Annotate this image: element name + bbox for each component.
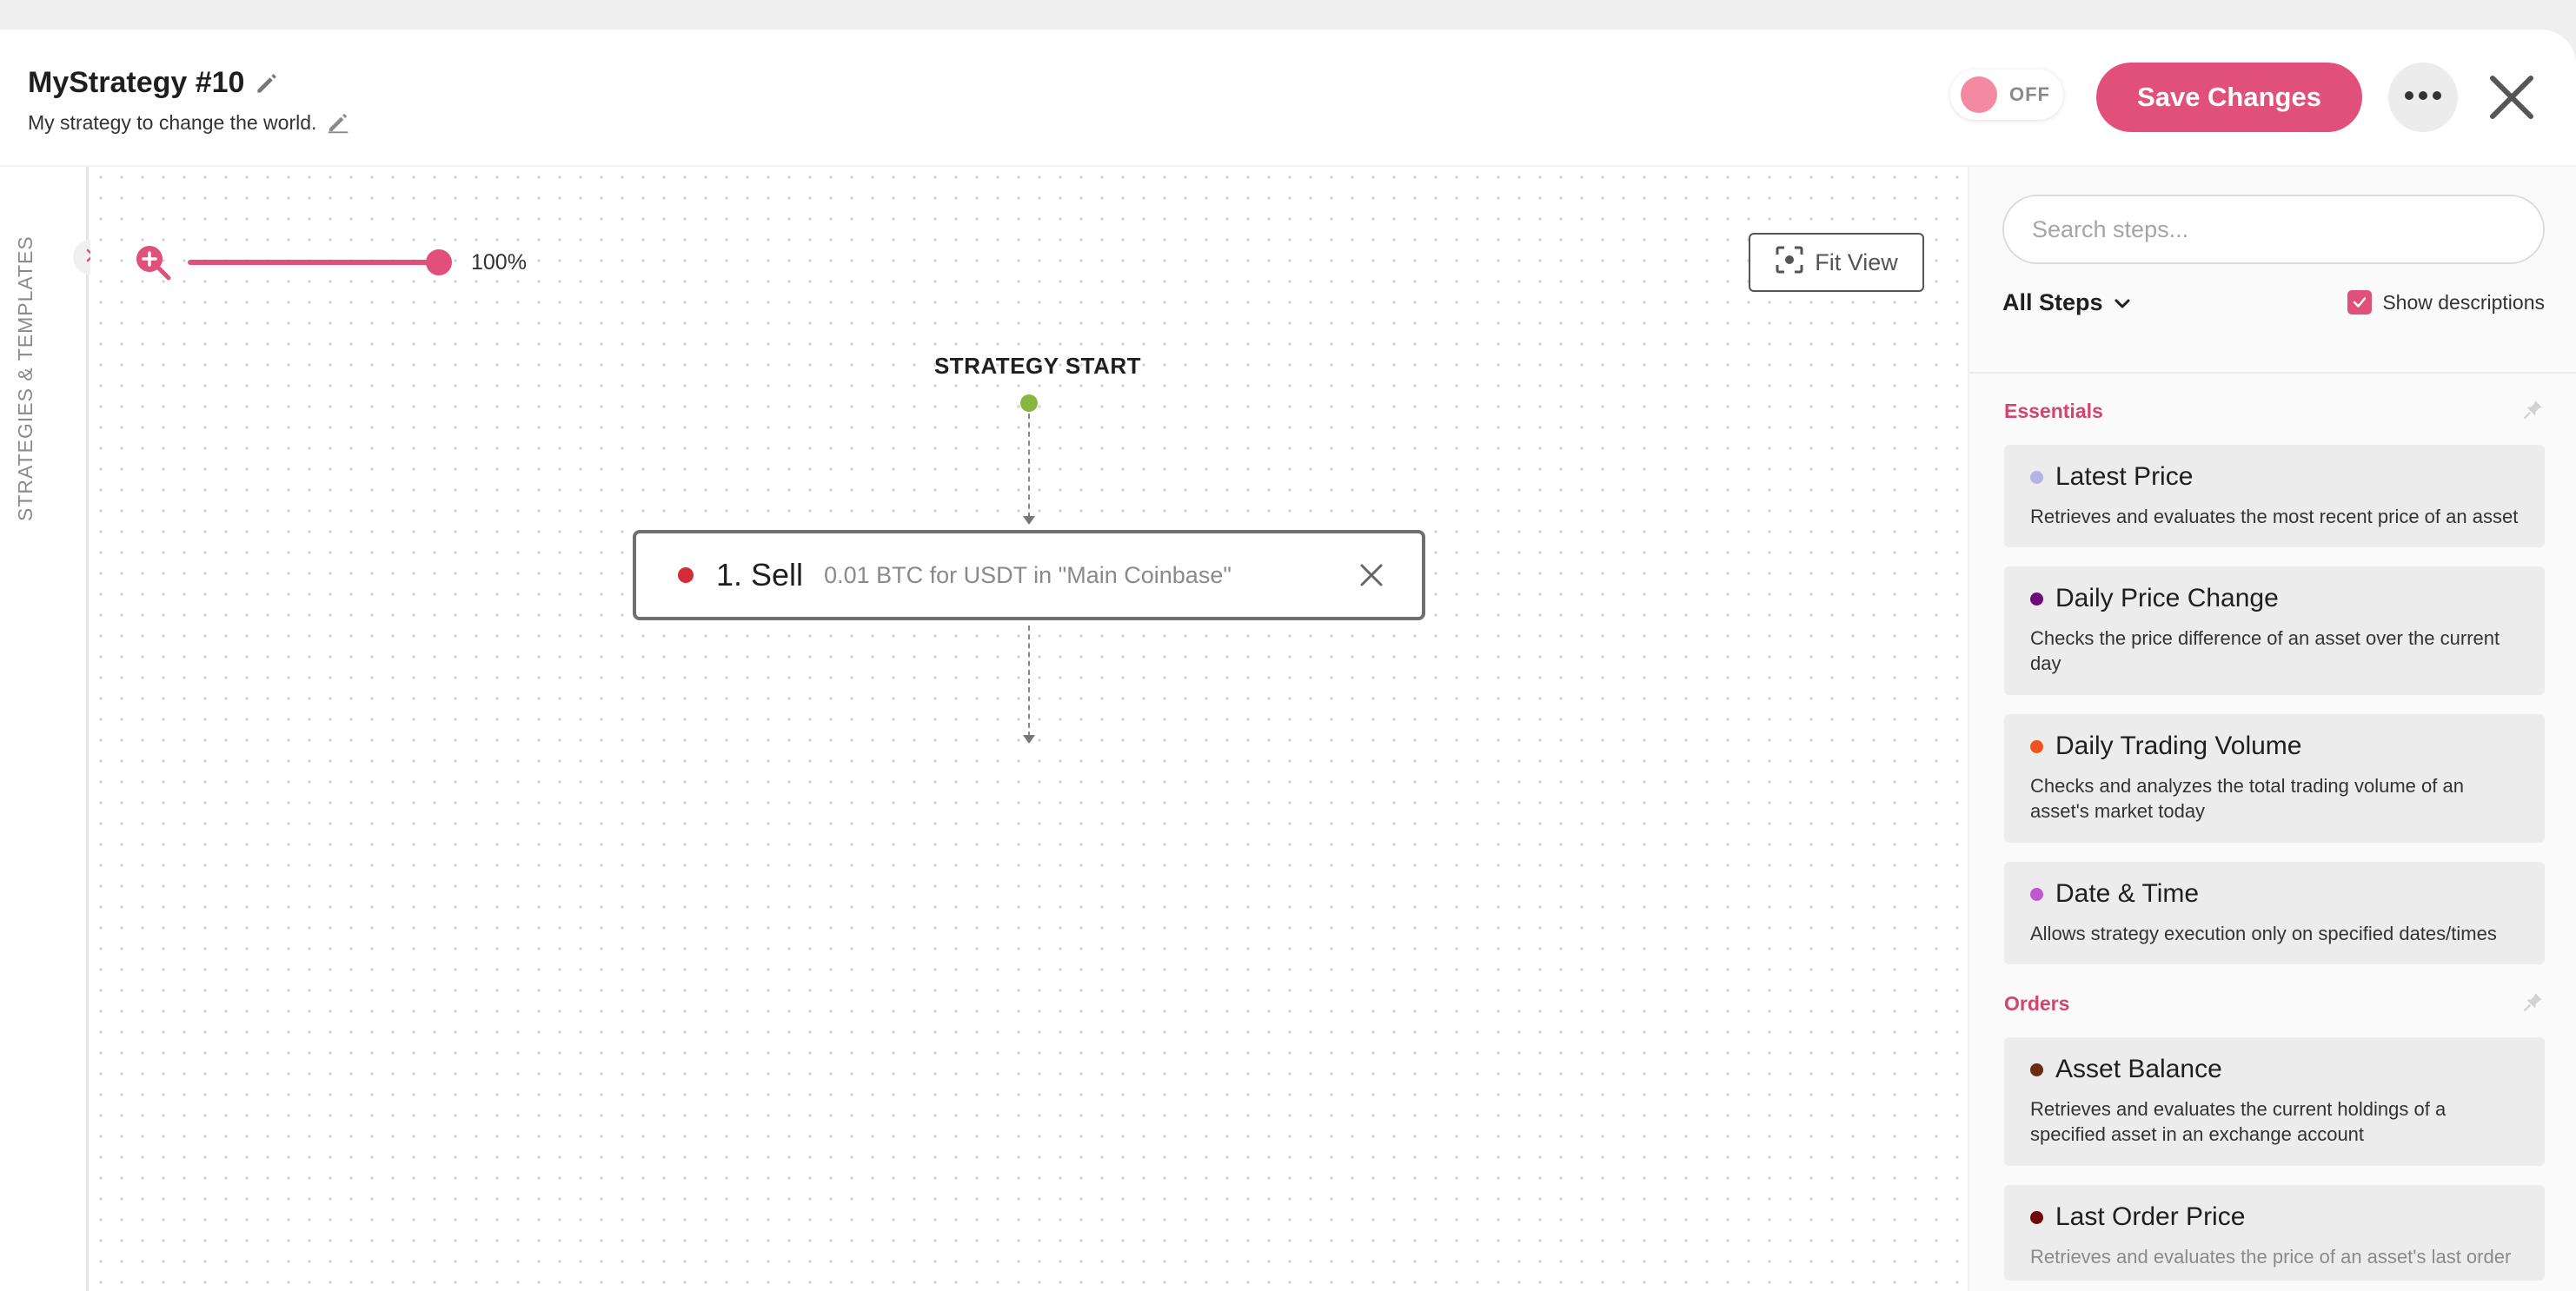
- start-connector-line: [1028, 414, 1030, 518]
- step-item-description: Checks and analyzes the total trading vo…: [2030, 775, 2464, 822]
- step-item-description: Checks the price difference of an asset …: [2030, 627, 2500, 674]
- step-color-dot: [2030, 592, 2043, 606]
- step-item-name: Date & Time: [2055, 879, 2200, 908]
- step-filter-label: All Steps: [2002, 288, 2103, 315]
- show-descriptions-checkbox[interactable]: [2347, 290, 2373, 314]
- section-orders: Orders: [2004, 989, 2545, 1018]
- step-color-dot: [2030, 887, 2043, 901]
- show-descriptions-label: Show descriptions: [2382, 290, 2545, 314]
- edit-description-pencil-icon[interactable]: [325, 109, 351, 136]
- strategies-templates-label[interactable]: STRATEGIES & TEMPLATES: [14, 235, 42, 521]
- zoom-level: 100%: [471, 249, 527, 275]
- step-item-name: Last Order Price: [2055, 1202, 2246, 1231]
- step-item-latest-price[interactable]: Latest Price Retrieves and evaluates the…: [2004, 445, 2545, 547]
- step-card-sell[interactable]: 1. Sell 0.01 BTC for USDT in "Main Coinb…: [633, 530, 1425, 620]
- start-connector-arrow: [1023, 516, 1035, 525]
- step-color-dot: [2030, 739, 2043, 753]
- zoom-control: 100%: [134, 243, 527, 281]
- step-status-dot: [678, 567, 694, 583]
- fit-view-button[interactable]: Fit View: [1749, 233, 1924, 292]
- zoom-slider[interactable]: [188, 249, 452, 275]
- strategy-title: MyStrategy #10: [28, 66, 245, 99]
- step-item-description: Retrieves and evaluates the current hold…: [2030, 1098, 2447, 1145]
- step-item-name: Daily Price Change: [2055, 584, 2279, 612]
- more-options-button[interactable]: [2388, 63, 2458, 132]
- step-item-name: Daily Trading Volume: [2055, 732, 2302, 760]
- editor-header: MyStrategy #10 My strategy to change the…: [0, 30, 2576, 167]
- strategy-active-toggle[interactable]: OFF: [1950, 70, 2063, 120]
- step-color-dot: [2030, 1210, 2043, 1224]
- step-item-last-order-price[interactable]: Last Order Price Retrieves and evaluates…: [2004, 1185, 2545, 1281]
- fit-view-label: Fit View: [1815, 248, 1898, 275]
- toggle-knob: [1961, 76, 1997, 113]
- search-steps-input[interactable]: [2002, 195, 2545, 264]
- zoom-in-icon[interactable]: [134, 243, 172, 281]
- fit-view-icon: [1775, 245, 1804, 281]
- step-color-dot: [2030, 470, 2043, 484]
- step-item-daily-trading-volume[interactable]: Daily Trading Volume Checks and analyzes…: [2004, 714, 2545, 843]
- toggle-state-label: OFF: [2009, 83, 2050, 105]
- section-title: Essentials: [2004, 399, 2103, 422]
- step-item-asset-balance[interactable]: Asset Balance Retrieves and evaluates th…: [2004, 1037, 2545, 1166]
- subtitle-row: My strategy to change the world.: [28, 109, 351, 136]
- panel-divider: [1969, 372, 2576, 374]
- pin-icon[interactable]: [2522, 990, 2545, 1017]
- step-item-header: Asset Balance: [2030, 1055, 2519, 1084]
- edit-title-pencil-icon[interactable]: [253, 70, 281, 97]
- close-icon: [2484, 76, 2539, 129]
- section-essentials: Essentials: [2004, 396, 2545, 426]
- step-description: 0.01 BTC for USDT in "Main Coinbase": [824, 561, 1232, 588]
- strategy-canvas[interactable]: 100% Fit View STRATEGY START 1. Sell 0.0…: [90, 167, 1968, 1291]
- show-descriptions-toggle[interactable]: Show descriptions: [2347, 290, 2545, 314]
- step-item-name: Asset Balance: [2055, 1055, 2222, 1083]
- step-item-header: Date & Time: [2030, 879, 2519, 909]
- step-item-daily-price-change[interactable]: Daily Price Change Checks the price diff…: [2004, 566, 2545, 695]
- section-title: Orders: [2004, 991, 2070, 1015]
- step-item-description: Allows strategy execution only on specif…: [2030, 923, 2497, 944]
- title-row: MyStrategy #10: [28, 66, 281, 100]
- step-item-date-time[interactable]: Date & Time Allows strategy execution on…: [2004, 862, 2545, 964]
- steps-filter-row: All Steps Show descriptions: [2002, 280, 2545, 325]
- step-item-description: Retrieves and evaluates the most recent …: [2030, 506, 2519, 527]
- step-item-header: Daily Price Change: [2030, 584, 2519, 613]
- strategy-start-node[interactable]: [1020, 394, 1038, 412]
- more-dots-icon: [2404, 89, 2442, 105]
- remove-step-close-icon[interactable]: [1358, 561, 1385, 589]
- checkmark-icon: [2354, 297, 2367, 308]
- step-item-header: Daily Trading Volume: [2030, 732, 2519, 761]
- save-changes-button[interactable]: Save Changes: [2096, 63, 2362, 132]
- close-button[interactable]: [2484, 70, 2539, 125]
- step-item-header: Last Order Price: [2030, 1202, 2519, 1232]
- strategy-start-label: STRATEGY START: [933, 353, 1142, 379]
- step-item-header: Latest Price: [2030, 462, 2519, 492]
- strategies-templates-rail: STRATEGIES & TEMPLATES: [0, 167, 108, 1291]
- step-name: 1. Sell: [716, 557, 804, 593]
- strategy-editor-modal: MyStrategy #10 My strategy to change the…: [0, 30, 2576, 1291]
- step-filter-dropdown[interactable]: All Steps: [2002, 289, 2131, 316]
- strategy-description: My strategy to change the world.: [28, 110, 317, 134]
- step-connector-line: [1028, 626, 1030, 737]
- pin-icon[interactable]: [2522, 398, 2545, 425]
- add-step-connector-arrow[interactable]: [1023, 735, 1035, 744]
- zoom-slider-thumb[interactable]: [426, 249, 452, 275]
- steps-library-panel: All Steps Show descriptions Essentials: [1968, 167, 2576, 1291]
- step-color-dot: [2030, 1063, 2043, 1076]
- step-item-name: Latest Price: [2055, 462, 2194, 491]
- chevron-down-icon: [2114, 289, 2131, 316]
- step-item-description: Retrieves and evaluates the price of an …: [2030, 1246, 2512, 1268]
